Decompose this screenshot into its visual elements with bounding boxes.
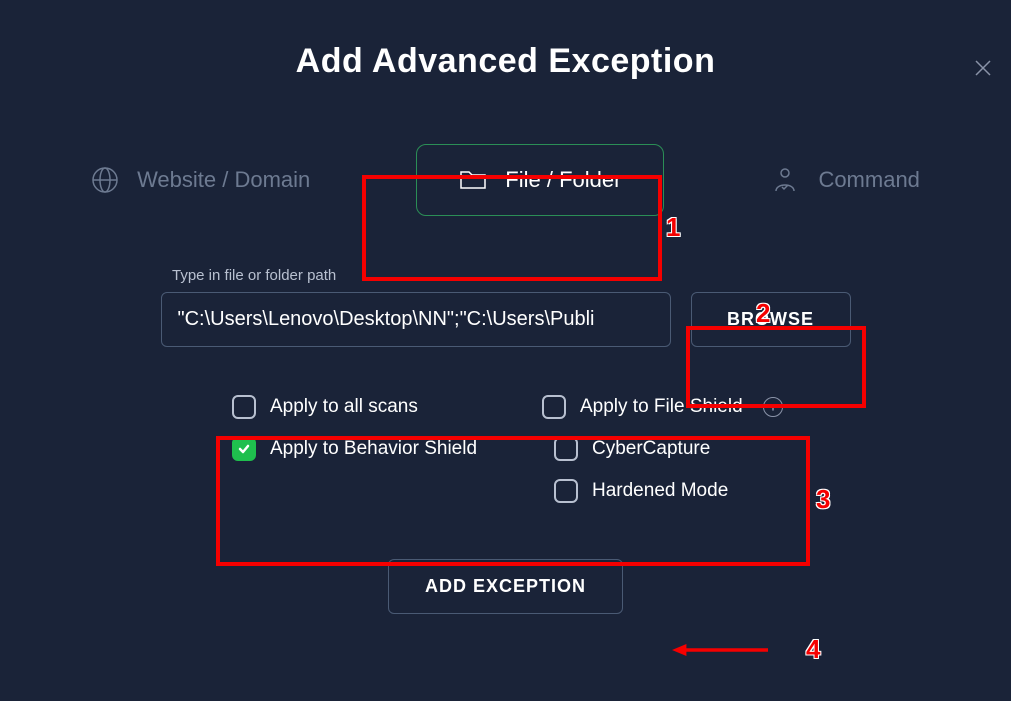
annotation-step-1: 1 <box>666 212 680 243</box>
add-button-row: ADD EXCEPTION <box>0 559 1011 614</box>
checkbox-section: Apply to all scans Apply to File Shield … <box>232 395 1011 503</box>
checkbox-icon[interactable] <box>554 479 578 503</box>
tab-label: Command <box>818 167 919 193</box>
command-icon <box>770 165 800 195</box>
tabs-row: Website / Domain File / Folder Command <box>0 141 1011 219</box>
globe-icon <box>91 166 119 194</box>
input-row: BROWSE <box>161 292 851 347</box>
checkbox-label: Hardened Mode <box>592 480 728 502</box>
checkbox-icon[interactable] <box>542 395 566 419</box>
checkbox-file-shield[interactable]: Apply to File Shield <box>542 395 812 419</box>
tab-label: File / Folder <box>505 167 621 193</box>
info-icon[interactable] <box>763 397 783 417</box>
checkbox-behavior-shield[interactable]: Apply to Behavior Shield <box>232 437 542 461</box>
checkbox-icon[interactable] <box>232 395 256 419</box>
tab-file-folder[interactable]: File / Folder <box>416 144 664 216</box>
checkbox-icon-checked[interactable] <box>232 437 256 461</box>
tab-label: Website / Domain <box>137 167 310 193</box>
checkbox-icon[interactable] <box>554 437 578 461</box>
annotation-step-3: 3 <box>816 484 830 515</box>
folder-icon <box>459 168 487 192</box>
tab-website-domain[interactable]: Website / Domain <box>55 142 346 218</box>
checkbox-label: CyberCapture <box>592 438 710 460</box>
checkbox-hardened-mode[interactable]: Hardened Mode <box>554 479 812 503</box>
annotation-step-2: 2 <box>756 298 770 329</box>
annotation-arrow-icon <box>640 644 800 656</box>
checkbox-cybercapture[interactable]: CyberCapture <box>554 437 812 461</box>
page-title: Add Advanced Exception <box>0 42 1011 81</box>
input-section: Type in file or folder path BROWSE <box>0 267 1011 347</box>
tab-command[interactable]: Command <box>734 141 955 219</box>
close-icon[interactable] <box>975 60 991 76</box>
browse-button[interactable]: BROWSE <box>691 292 851 347</box>
checkbox-label: Apply to File Shield <box>580 396 743 418</box>
checkbox-label: Apply to Behavior Shield <box>270 438 477 460</box>
checkbox-all-scans[interactable]: Apply to all scans <box>232 395 542 419</box>
add-exception-button[interactable]: ADD EXCEPTION <box>388 559 623 614</box>
annotation-step-4: 4 <box>806 634 820 665</box>
input-label: Type in file or folder path <box>172 267 336 284</box>
checkbox-label: Apply to all scans <box>270 396 418 418</box>
file-path-input[interactable] <box>161 292 671 347</box>
